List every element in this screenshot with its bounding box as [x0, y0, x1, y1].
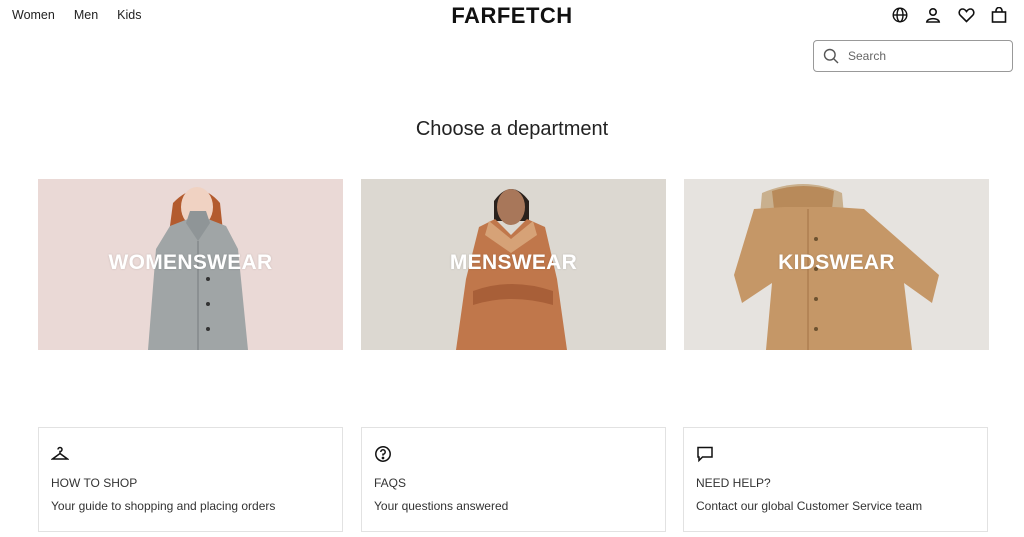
department-nav: Women Men Kids — [12, 8, 142, 22]
menswear-card[interactable]: MENSWEAR — [361, 179, 666, 350]
faqs-card[interactable]: FAQS Your questions answered — [361, 427, 666, 532]
brand-logo[interactable]: FARFETCH — [451, 3, 572, 28]
kidswear-card[interactable]: KIDSWEAR — [684, 179, 989, 350]
hanger-icon — [50, 445, 70, 463]
wishlist-heart-icon[interactable] — [957, 6, 975, 24]
header-icons — [891, 6, 1008, 24]
womenswear-card[interactable]: WOMENSWEAR — [38, 179, 343, 350]
how-to-shop-desc: Your guide to shopping and placing order… — [51, 499, 276, 513]
shopping-bag-icon[interactable] — [990, 6, 1008, 24]
nav-women-link[interactable]: Women — [12, 8, 55, 22]
nav-kids-link[interactable]: Kids — [117, 8, 141, 22]
how-to-shop-title: HOW TO SHOP — [51, 476, 138, 490]
search-box — [813, 40, 1013, 72]
account-icon[interactable] — [924, 6, 942, 24]
question-icon — [374, 445, 392, 463]
need-help-desc: Contact our global Customer Service team — [696, 499, 923, 513]
search-input[interactable] — [846, 48, 1000, 64]
menswear-label: MENSWEAR — [449, 251, 578, 274]
chat-bubble-icon — [696, 445, 714, 463]
nav-men-link[interactable]: Men — [74, 8, 98, 22]
need-help-card[interactable]: NEED HELP? Contact our global Customer S… — [683, 427, 988, 532]
womenswear-label: WOMENSWEAR — [108, 251, 273, 274]
brand-logo-wrap: FARFETCH — [0, 3, 1024, 29]
how-to-shop-card[interactable]: HOW TO SHOP Your guide to shopping and p… — [38, 427, 343, 532]
globe-icon[interactable] — [891, 6, 909, 24]
need-help-title: NEED HELP? — [696, 476, 771, 490]
page-title: Choose a department — [415, 118, 609, 140]
kidswear-label: KIDSWEAR — [778, 251, 895, 274]
faqs-title: FAQS — [374, 476, 407, 490]
faqs-desc: Your questions answered — [374, 499, 509, 513]
search-icon — [823, 48, 839, 64]
